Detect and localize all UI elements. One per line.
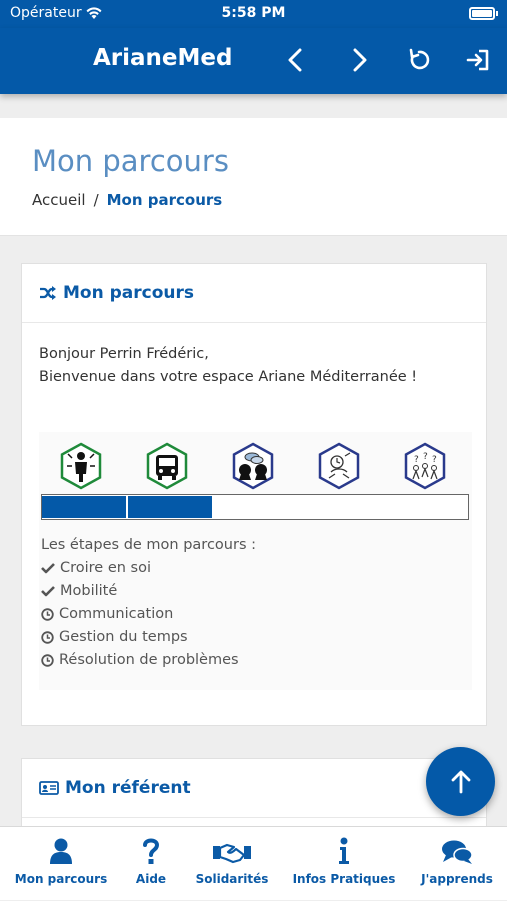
- clock: 5:58 PM: [221, 5, 286, 21]
- step-label: Croire en soi: [60, 560, 152, 576]
- clock-icon: [41, 653, 59, 667]
- tab-solidarites[interactable]: Solidarités: [195, 827, 269, 901]
- bottom-tabbar: Mon parcours Aide Solidarités Infos Prat…: [0, 826, 507, 900]
- step-item: Gestion du temps: [41, 629, 188, 645]
- reload-button[interactable]: [404, 45, 434, 75]
- breadcrumb: Accueil / Mon parcours: [32, 191, 222, 209]
- logout-icon: [466, 49, 489, 71]
- breadcrumb-separator: /: [93, 191, 99, 209]
- handshake-icon: [213, 843, 251, 864]
- page-title: Mon parcours: [32, 144, 229, 178]
- breadcrumb-current: Mon parcours: [106, 191, 223, 209]
- svg-text:?: ?: [432, 455, 437, 465]
- tab-mon-parcours[interactable]: Mon parcours: [15, 827, 107, 901]
- parcours-card-title: Mon parcours: [63, 283, 195, 303]
- step-item: Croire en soi: [41, 560, 151, 576]
- question-icon: [143, 838, 160, 864]
- step-item: Résolution de problèmes: [41, 652, 239, 668]
- progress-bar: [41, 494, 469, 520]
- app-title: ArianeMed: [93, 45, 233, 71]
- steps-panel: ? ? ? Les étapes de mon parcours : Croir…: [39, 432, 472, 690]
- chevron-left-icon: [288, 48, 302, 72]
- tab-label: Solidarités: [195, 872, 269, 886]
- parcours-card-header: Mon parcours: [22, 264, 486, 323]
- greeting-line: Bonjour Perrin Frédéric,: [39, 346, 209, 362]
- step-label: Communication: [59, 606, 174, 622]
- app-navbar: ArianeMed: [0, 28, 507, 94]
- parcours-card: Mon parcours Bonjour Perrin Frédéric, Bi…: [21, 263, 487, 726]
- step-item: Mobilité: [41, 583, 117, 599]
- tab-label: Mon parcours: [14, 872, 108, 886]
- page-header: Mon parcours Accueil / Mon parcours: [0, 118, 507, 236]
- tab-japprends[interactable]: J'apprends: [421, 827, 493, 901]
- check-icon: [41, 562, 60, 574]
- chevron-right-icon: [353, 48, 367, 72]
- step-label: Mobilité: [60, 583, 118, 599]
- step-icons-row: ? ? ?: [39, 442, 472, 492]
- progress-segment: [128, 496, 213, 518]
- battery-icon: [469, 7, 498, 20]
- clock-icon: [41, 607, 59, 621]
- progress-segment: [42, 496, 127, 518]
- svg-text:?: ?: [414, 455, 419, 465]
- check-icon: [41, 585, 60, 597]
- welcome-message: Bonjour Perrin Frédéric, Bienvenue dans …: [39, 343, 417, 389]
- tab-infos-pratiques[interactable]: Infos Pratiques: [293, 827, 395, 901]
- svg-text:?: ?: [423, 452, 428, 462]
- scroll-top-button[interactable]: [426, 747, 495, 816]
- time-management-icon: [318, 442, 360, 490]
- forward-button[interactable]: [345, 45, 375, 75]
- back-button[interactable]: [280, 45, 310, 75]
- id-card-icon: [39, 781, 59, 795]
- welcome-line: Bienvenue dans votre espace Ariane Médit…: [39, 369, 418, 385]
- referent-card-header[interactable]: Mon référent: [22, 759, 486, 818]
- communication-icon: [232, 442, 274, 490]
- logout-button[interactable]: [463, 45, 493, 75]
- arrow-up-icon: [451, 770, 470, 793]
- info-icon: [339, 837, 349, 864]
- tab-label: Aide: [135, 872, 167, 886]
- user-icon: [50, 838, 72, 864]
- tab-label: J'apprends: [421, 872, 493, 886]
- shuffle-icon: [40, 286, 56, 300]
- bus-icon: [146, 442, 188, 490]
- problem-solving-icon: ? ? ?: [404, 442, 446, 490]
- breadcrumb-home[interactable]: Accueil: [32, 191, 86, 209]
- steps-title: Les étapes de mon parcours :: [41, 537, 256, 553]
- clock-icon: [41, 630, 59, 644]
- reload-icon: [409, 48, 430, 70]
- step-label: Gestion du temps: [59, 629, 188, 645]
- referent-card-title: Mon référent: [65, 778, 191, 798]
- person-confidence-icon: [60, 442, 102, 490]
- tab-aide[interactable]: Aide: [130, 827, 172, 901]
- step-label: Résolution de problèmes: [59, 652, 239, 668]
- tab-label: Infos Pratiques: [292, 872, 396, 886]
- step-item: Communication: [41, 606, 173, 622]
- status-bar: Opérateur 5:58 PM: [0, 0, 507, 28]
- chat-icon: [442, 840, 473, 864]
